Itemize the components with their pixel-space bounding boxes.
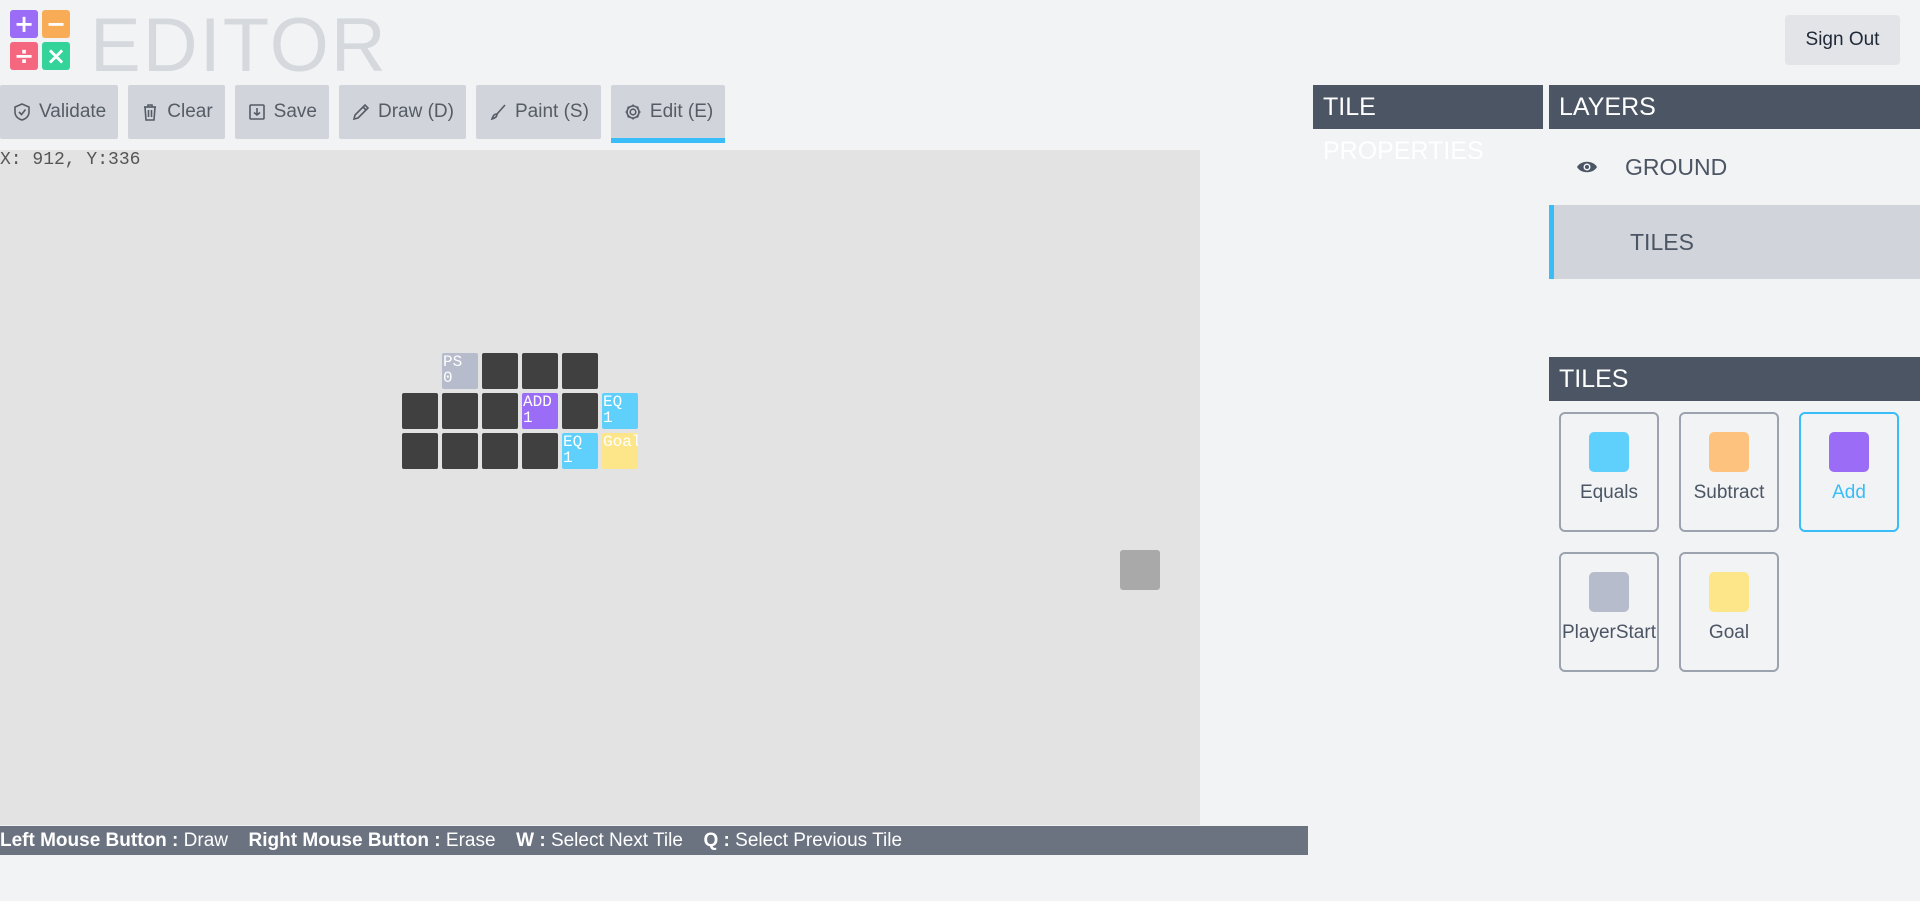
tile-option-subtract[interactable]: Subtract bbox=[1679, 412, 1779, 532]
tile-option-label: Subtract bbox=[1693, 482, 1765, 503]
player-start-tile[interactable]: PS 0 bbox=[442, 353, 478, 389]
layer-ground[interactable]: GROUND bbox=[1549, 130, 1920, 204]
grid-tile[interactable] bbox=[522, 353, 558, 389]
tile-option-label: PlayerStart bbox=[1562, 622, 1656, 643]
sign-out-button[interactable]: Sign Out bbox=[1785, 15, 1900, 65]
gear-icon bbox=[625, 104, 641, 120]
subtract-swatch bbox=[1709, 432, 1749, 472]
grid-tile[interactable] bbox=[482, 393, 518, 429]
tile-option-playerstart[interactable]: PlayerStart bbox=[1559, 552, 1659, 672]
save-button[interactable]: Save bbox=[234, 85, 329, 139]
edit-button[interactable]: Edit (E) bbox=[610, 85, 726, 143]
paint-button[interactable]: Paint (S) bbox=[475, 85, 601, 139]
draw-label: Draw (D) bbox=[377, 101, 454, 122]
eye-icon[interactable] bbox=[1549, 154, 1625, 181]
plus-icon: + bbox=[10, 10, 38, 38]
clear-label: Clear bbox=[167, 101, 213, 122]
layers-header: LAYERS bbox=[1549, 85, 1920, 129]
paint-label: Paint (S) bbox=[514, 101, 589, 122]
hint-lmb-key: Left Mouse Button : bbox=[0, 830, 179, 851]
layer-tiles[interactable]: TILES bbox=[1549, 205, 1920, 279]
grid-tile[interactable] bbox=[442, 433, 478, 469]
grid-tile[interactable] bbox=[482, 353, 518, 389]
grid-tile[interactable] bbox=[482, 433, 518, 469]
tiles-header: TILES bbox=[1549, 357, 1920, 401]
layer-tiles-label: TILES bbox=[1630, 228, 1694, 255]
grid-tile[interactable] bbox=[402, 433, 438, 469]
cursor-coordinates: X: 912, Y:336 bbox=[0, 150, 141, 170]
draw-button[interactable]: Draw (D) bbox=[338, 85, 466, 139]
grid-tile[interactable] bbox=[562, 353, 598, 389]
hint-rmb-action: Erase bbox=[445, 830, 496, 851]
playerstart-swatch bbox=[1589, 572, 1629, 612]
goal-swatch bbox=[1709, 572, 1749, 612]
app-logo: + − ÷ × bbox=[10, 10, 70, 70]
download-icon bbox=[248, 104, 265, 120]
minus-icon: − bbox=[42, 10, 70, 38]
trash-icon bbox=[144, 104, 157, 121]
grid-tile[interactable] bbox=[442, 393, 478, 429]
app-title: EDITOR bbox=[90, 3, 388, 88]
hint-lmb-action: Draw bbox=[183, 830, 228, 851]
clear-button[interactable]: Clear bbox=[128, 85, 225, 139]
grid-tile[interactable] bbox=[562, 393, 598, 429]
brush-icon bbox=[490, 104, 506, 121]
tile-cursor-preview bbox=[1120, 550, 1160, 590]
equals-tile[interactable]: EQ 1 bbox=[602, 393, 638, 429]
hint-q-action: Select Previous Tile bbox=[735, 830, 903, 851]
edit-label: Edit (E) bbox=[649, 101, 714, 122]
equals-swatch bbox=[1589, 432, 1629, 472]
tile-option-add[interactable]: Add bbox=[1799, 412, 1899, 532]
editor-toolbar: Validate Clear Save Draw (D) Paint (S) E… bbox=[0, 85, 726, 143]
shortcut-hints: Left Mouse Button : Draw Right Mouse But… bbox=[0, 826, 1308, 855]
tile-option-equals[interactable]: Equals bbox=[1559, 412, 1659, 532]
validate-label: Validate bbox=[39, 101, 107, 122]
goal-tile[interactable]: Goal bbox=[602, 433, 638, 469]
shield-check-icon bbox=[14, 103, 30, 121]
tile-option-label: Equals bbox=[1579, 482, 1639, 503]
multiply-icon: × bbox=[42, 42, 70, 70]
hint-w-key: W : bbox=[516, 830, 546, 851]
grid-tile[interactable] bbox=[522, 433, 558, 469]
add-tile[interactable]: ADD 1 bbox=[522, 393, 558, 429]
editor-canvas[interactable]: X: 912, Y:336 PS 0 ADD 1 EQ 1 EQ 1 Goal bbox=[0, 150, 1200, 825]
tile-option-label: Goal bbox=[1708, 622, 1750, 643]
pencil-icon bbox=[352, 103, 370, 121]
hint-q-key: Q : bbox=[703, 830, 730, 851]
hint-w-action: Select Next Tile bbox=[550, 830, 683, 851]
layer-ground-label: GROUND bbox=[1625, 153, 1728, 180]
save-label: Save bbox=[273, 101, 317, 122]
tile-option-label: Add bbox=[1832, 482, 1866, 503]
grid-tile[interactable] bbox=[402, 393, 438, 429]
validate-button[interactable]: Validate bbox=[0, 85, 119, 139]
tile-properties-header: TILE PROPERTIES bbox=[1313, 85, 1543, 165]
add-swatch bbox=[1829, 432, 1869, 472]
tile-option-goal[interactable]: Goal bbox=[1679, 552, 1779, 672]
hint-rmb-key: Right Mouse Button : bbox=[248, 830, 441, 851]
equals-tile[interactable]: EQ 1 bbox=[562, 433, 598, 469]
divide-icon: ÷ bbox=[10, 42, 38, 70]
